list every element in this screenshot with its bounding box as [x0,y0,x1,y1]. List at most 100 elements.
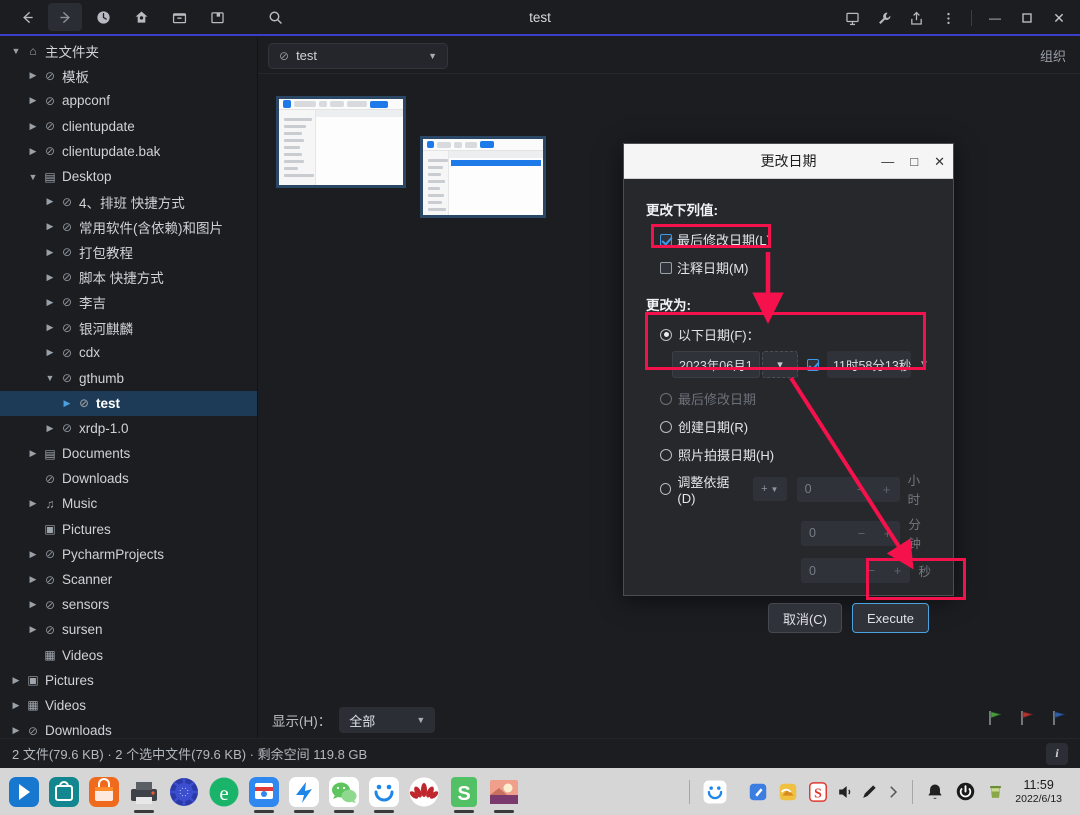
sidebar-item-[interactable]: ▶ ⊘ 李吉 [0,290,257,315]
twisty-right-icon[interactable]: ▶ [42,196,58,207]
twisty-right-icon[interactable]: ▶ [42,247,58,258]
date-dropdown-button[interactable]: ▾ [762,351,798,378]
catalog-icon[interactable] [200,3,234,31]
twisty-down-icon[interactable]: ▼ [42,373,58,383]
dialog-minimize-button[interactable]: — [881,155,894,168]
tray-expand-icon[interactable] [882,778,904,806]
minutes-decrement[interactable]: − [848,526,874,541]
sidebar-item-clientupdate-bak[interactable]: ▶ ⊘ clientupdate.bak [0,139,257,164]
tray-volume-icon[interactable] [834,778,856,806]
taskbar-wechat[interactable] [327,775,361,813]
taskbar-mail[interactable] [247,775,281,813]
taskbar-wps[interactable]: S [447,775,481,813]
tray-trash-icon[interactable] [981,778,1009,806]
home-icon[interactable] [124,3,158,31]
twisty-right-icon[interactable]: ▶ [25,549,41,560]
sidebar-item-documents[interactable]: ▶ ▤ Documents [0,441,257,466]
execute-button[interactable]: Execute [852,603,929,633]
radio-adjust-by-icon[interactable] [660,483,672,495]
twisty-right-icon[interactable]: ▶ [25,121,41,132]
seconds-spinner[interactable]: 0 − + [801,558,911,583]
flag-blue[interactable] [1052,710,1066,731]
minutes-increment[interactable]: + [874,526,900,541]
sidebar-item-[interactable]: ▶ ⊘ 常用软件(含依赖)和图片 [0,214,257,239]
twisty-right-icon[interactable]: ▶ [42,322,58,333]
organize-button[interactable]: 组织 [1040,46,1066,65]
twisty-right-icon[interactable]: ▶ [25,70,41,81]
dialog-close-button[interactable]: ✕ [934,155,945,168]
thumbnail-1[interactable] [276,96,406,188]
taskbar-store[interactable] [47,775,81,809]
folder-tree-sidebar[interactable]: ▼ ⌂ 主文件夹 ▶ ⊘ 模板 ▶ ⊘ appconf ▶ ⊘ clientupdate ▶ ⊘ clien… [0,38,258,738]
sidebar-item-sensors[interactable]: ▶ ⊘ sensors [0,592,257,617]
twisty-right-icon[interactable]: ▶ [8,700,24,711]
sidebar-item-desktop[interactable]: ▼ ▤ Desktop [0,164,257,189]
search-icon[interactable] [258,3,292,31]
adjust-sign-select[interactable]: + ▼ [752,477,787,501]
tray-screenshot-icon[interactable] [774,778,802,806]
filter-select[interactable]: 全部 ▼ [339,707,436,733]
taskbar-gthumb[interactable] [487,775,521,813]
tray-uos-assistant[interactable] [701,778,729,806]
sidebar-item-test[interactable]: ▶ ⊘ test [0,390,257,416]
taskbar-clock[interactable]: 11:59 2022/6/13 [1011,778,1068,804]
sidebar-item-[interactable]: ▶ ⊘ 银河麒麟 [0,315,257,340]
sidebar-item-downloads[interactable]: ⊘ Downloads [0,466,257,491]
wrench-icon[interactable] [869,4,899,32]
twisty-right-icon[interactable]: ▶ [42,423,58,434]
cancel-button[interactable]: 取消(C) [767,603,843,633]
sidebar-item-pictures[interactable]: ▶ ▣ Pictures [0,668,257,693]
twisty-right-icon[interactable]: ▶ [59,398,75,409]
back-button[interactable] [10,3,44,31]
sidebar-item-downloads[interactable]: ▶ ⊘ Downloads [0,718,257,738]
twisty-right-icon[interactable]: ▶ [25,599,41,610]
taskbar-shop[interactable] [87,775,121,809]
kebab-menu-icon[interactable] [933,4,963,32]
archive-icon[interactable] [162,3,196,31]
taskbar-printer[interactable] [127,775,161,813]
twisty-down-icon[interactable]: ▼ [25,172,41,182]
tray-notepad-icon[interactable] [744,778,772,806]
sidebar-item-sursen[interactable]: ▶ ⊘ sursen [0,617,257,642]
radio-photo-taken-date[interactable]: 照片拍摄日期(H) [660,442,931,467]
seconds-decrement[interactable]: − [858,563,884,578]
tray-power-icon[interactable] [951,778,979,806]
sidebar-item-[interactable]: ▼ ⌂ 主文件夹 [0,38,257,63]
sidebar-item-clientupdate[interactable]: ▶ ⊘ clientupdate [0,114,257,139]
tray-brightness-icon[interactable] [858,778,880,806]
twisty-right-icon[interactable]: ▶ [25,448,41,459]
tray-sogou-input-icon[interactable]: S [804,778,832,806]
forward-button[interactable] [48,3,82,31]
taskbar-settings[interactable] [167,775,201,809]
sidebar-item-cdx[interactable]: ▶ ⊘ cdx [0,340,257,365]
slideshow-icon[interactable] [837,4,867,32]
time-dropdown-button[interactable]: ▼ [919,359,929,370]
sidebar-item-[interactable]: ▶ ⊘ 脚本 快捷方式 [0,265,257,290]
hours-spinner[interactable]: 0 − + [796,476,900,502]
sidebar-item-xrdp-1-0[interactable]: ▶ ⊘ xrdp-1.0 [0,416,257,441]
sidebar-item-[interactable]: ▶ ⊘ 模板 [0,63,257,88]
info-button[interactable]: i [1046,742,1068,765]
seconds-increment[interactable]: + [884,563,910,578]
sidebar-item-pycharmprojects[interactable]: ▶ ⊘ PycharmProjects [0,542,257,567]
sidebar-item-music[interactable]: ▶ ♫ Music [0,491,257,516]
taskbar-kingsoft[interactable] [407,775,441,809]
taskbar-edge[interactable]: e [207,775,241,809]
share-icon[interactable] [901,4,931,32]
twisty-right-icon[interactable]: ▶ [42,272,58,283]
time-input[interactable]: 11时58分13秒 [827,351,911,378]
twisty-right-icon[interactable]: ▶ [25,624,41,635]
time-enabled-checkbox[interactable] [807,358,819,371]
twisty-right-icon[interactable]: ▶ [25,574,41,585]
minutes-spinner[interactable]: 0 − + [801,520,901,546]
thumbnail-2[interactable] [420,136,546,218]
sidebar-item-pictures[interactable]: ▣ Pictures [0,517,257,542]
twisty-right-icon[interactable]: ▶ [8,675,24,686]
sidebar-item-4[interactable]: ▶ ⊘ 4、排班 快捷方式 [0,189,257,214]
tray-notification-icon[interactable] [921,778,949,806]
twisty-right-icon[interactable]: ▶ [25,95,41,106]
checkbox-comment-date[interactable]: 注释日期(M) [660,255,931,280]
sidebar-item-appconf[interactable]: ▶ ⊘ appconf [0,88,257,113]
minimize-button[interactable]: — [980,4,1010,32]
flag-red[interactable] [1020,710,1034,731]
